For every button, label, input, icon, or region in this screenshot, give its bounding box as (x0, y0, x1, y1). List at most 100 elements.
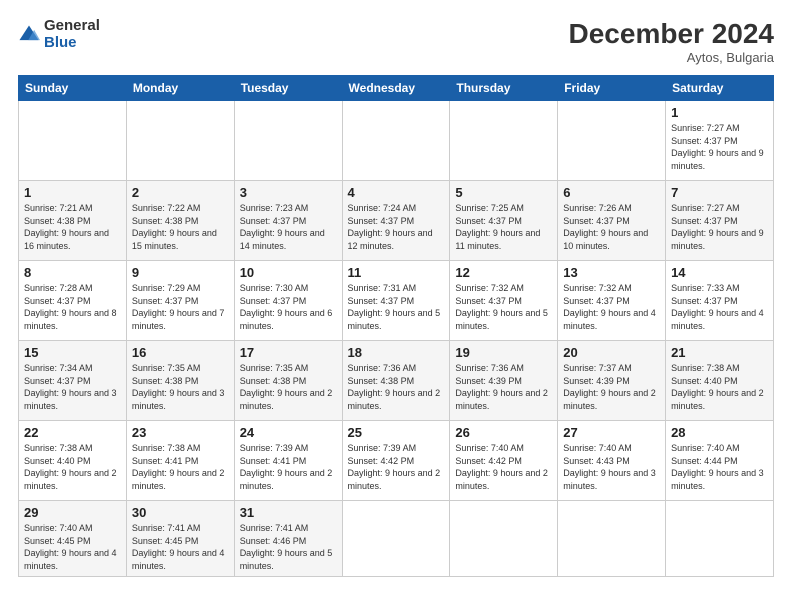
calendar-cell: 14 Sunrise: 7:33 AMSunset: 4:37 PMDayligh… (666, 261, 774, 341)
day-number: 9 (132, 265, 229, 280)
day-number: 28 (671, 425, 768, 440)
calendar-cell: 18Sunrise: 7:36 AMSunset: 4:38 PMDayligh… (342, 341, 450, 421)
day-number: 12 (455, 265, 552, 280)
day-info: Sunrise: 7:32 AMSunset: 4:37 PMDaylight:… (563, 282, 660, 332)
day-number: 31 (240, 505, 337, 520)
calendar-cell: 8 Sunrise: 7:28 AMSunset: 4:37 PMDaylight… (19, 261, 127, 341)
day-info: Sunrise: 7:38 AMSunset: 4:40 PMDaylight:… (24, 442, 121, 492)
calendar-cell: 3 Sunrise: 7:23 AMSunset: 4:37 PMDaylight… (234, 181, 342, 261)
calendar-header-tuesday: Tuesday (234, 76, 342, 101)
calendar-cell: 23 Sunrise: 7:38 AMSunset: 4:41 PMDayligh… (126, 421, 234, 501)
day-info: Sunrise: 7:29 AMSunset: 4:37 PMDaylight:… (132, 282, 229, 332)
day-number: 20 (563, 345, 660, 360)
calendar-week-3: 15Sunrise: 7:34 AMSunset: 4:37 PMDayligh… (19, 341, 774, 421)
calendar-cell: 4Sunrise: 7:24 AMSunset: 4:37 PMDaylight… (342, 181, 450, 261)
day-info: Sunrise: 7:41 AMSunset: 4:46 PMDaylight:… (240, 522, 337, 572)
logo-icon (18, 24, 40, 46)
day-info: Sunrise: 7:40 AMSunset: 4:42 PMDaylight:… (455, 442, 552, 492)
calendar-week-2: 8 Sunrise: 7:28 AMSunset: 4:37 PMDaylight… (19, 261, 774, 341)
calendar-cell: 26Sunrise: 7:40 AMSunset: 4:42 PMDayligh… (450, 421, 558, 501)
calendar-cell (19, 101, 127, 181)
day-info: Sunrise: 7:40 AMSunset: 4:43 PMDaylight:… (563, 442, 660, 492)
day-info: Sunrise: 7:28 AMSunset: 4:37 PMDaylight:… (24, 282, 121, 332)
calendar-cell: 5Sunrise: 7:25 AMSunset: 4:37 PMDaylight… (450, 181, 558, 261)
calendar-cell: 30Sunrise: 7:41 AMSunset: 4:45 PMDayligh… (126, 501, 234, 577)
day-number: 18 (348, 345, 445, 360)
calendar-cell: 31 Sunrise: 7:41 AMSunset: 4:46 PMDayligh… (234, 501, 342, 577)
day-number: 3 (240, 185, 337, 200)
calendar-cell: 1 Sunrise: 7:27 AMSunset: 4:37 PMDaylight… (666, 101, 774, 181)
day-info: Sunrise: 7:31 AMSunset: 4:37 PMDaylight:… (348, 282, 445, 332)
calendar-cell: 15Sunrise: 7:34 AMSunset: 4:37 PMDayligh… (19, 341, 127, 421)
calendar-cell: 21Sunrise: 7:38 AMSunset: 4:40 PMDayligh… (666, 341, 774, 421)
day-info: Sunrise: 7:37 AMSunset: 4:39 PMDaylight:… (563, 362, 660, 412)
day-number: 15 (24, 345, 121, 360)
day-number: 1 (671, 105, 768, 120)
day-info: Sunrise: 7:35 AMSunset: 4:38 PMDaylight:… (240, 362, 337, 412)
calendar-cell: 27 Sunrise: 7:40 AMSunset: 4:43 PMDayligh… (558, 421, 666, 501)
day-number: 10 (240, 265, 337, 280)
calendar-cell (666, 501, 774, 577)
calendar-cell: 2Sunrise: 7:22 AMSunset: 4:38 PMDaylight… (126, 181, 234, 261)
calendar-cell: 19 Sunrise: 7:36 AMSunset: 4:39 PMDayligh… (450, 341, 558, 421)
day-number: 8 (24, 265, 121, 280)
day-info: Sunrise: 7:26 AMSunset: 4:37 PMDaylight:… (563, 202, 660, 252)
calendar-table: SundayMondayTuesdayWednesdayThursdayFrid… (18, 75, 774, 577)
day-info: Sunrise: 7:33 AMSunset: 4:37 PMDaylight:… (671, 282, 768, 332)
day-info: Sunrise: 7:36 AMSunset: 4:39 PMDaylight:… (455, 362, 552, 412)
day-number: 23 (132, 425, 229, 440)
day-number: 17 (240, 345, 337, 360)
day-number: 19 (455, 345, 552, 360)
calendar-cell: 24Sunrise: 7:39 AMSunset: 4:41 PMDayligh… (234, 421, 342, 501)
day-number: 25 (348, 425, 445, 440)
day-info: Sunrise: 7:38 AMSunset: 4:41 PMDaylight:… (132, 442, 229, 492)
day-number: 27 (563, 425, 660, 440)
calendar-cell (234, 101, 342, 181)
calendar-header-wednesday: Wednesday (342, 76, 450, 101)
logo-blue: Blue (44, 35, 100, 52)
calendar-cell: 10 Sunrise: 7:30 AMSunset: 4:37 PMDayligh… (234, 261, 342, 341)
day-number: 13 (563, 265, 660, 280)
calendar-cell (342, 501, 450, 577)
day-number: 14 (671, 265, 768, 280)
calendar-cell: 28 Sunrise: 7:40 AMSunset: 4:44 PMDayligh… (666, 421, 774, 501)
calendar-header-thursday: Thursday (450, 76, 558, 101)
logo-general: General (44, 18, 100, 35)
day-number: 30 (132, 505, 229, 520)
calendar-cell (558, 501, 666, 577)
logo: General Blue (18, 18, 100, 51)
calendar-cell: 17 Sunrise: 7:35 AMSunset: 4:38 PMDayligh… (234, 341, 342, 421)
calendar-week-4: 22 Sunrise: 7:38 AMSunset: 4:40 PMDayligh… (19, 421, 774, 501)
calendar-week-5: 29Sunrise: 7:40 AMSunset: 4:45 PMDayligh… (19, 501, 774, 577)
page: General Blue December 2024 Aytos, Bulgar… (0, 0, 792, 612)
logo-text: General Blue (44, 18, 100, 51)
calendar-cell: 1Sunrise: 7:21 AMSunset: 4:38 PMDaylight… (19, 181, 127, 261)
calendar-cell (342, 101, 450, 181)
day-info: Sunrise: 7:39 AMSunset: 4:41 PMDaylight:… (240, 442, 337, 492)
day-info: Sunrise: 7:40 AMSunset: 4:44 PMDaylight:… (671, 442, 768, 492)
day-number: 29 (24, 505, 121, 520)
day-number: 22 (24, 425, 121, 440)
day-info: Sunrise: 7:32 AMSunset: 4:37 PMDaylight:… (455, 282, 552, 332)
calendar-cell: 20 Sunrise: 7:37 AMSunset: 4:39 PMDayligh… (558, 341, 666, 421)
day-info: Sunrise: 7:22 AMSunset: 4:38 PMDaylight:… (132, 202, 229, 252)
header: General Blue December 2024 Aytos, Bulgar… (18, 18, 774, 65)
day-info: Sunrise: 7:30 AMSunset: 4:37 PMDaylight:… (240, 282, 337, 332)
day-info: Sunrise: 7:23 AMSunset: 4:37 PMDaylight:… (240, 202, 337, 252)
calendar-cell: 11 Sunrise: 7:31 AMSunset: 4:37 PMDayligh… (342, 261, 450, 341)
calendar-week-0: 1 Sunrise: 7:27 AMSunset: 4:37 PMDaylight… (19, 101, 774, 181)
calendar-cell: 9 Sunrise: 7:29 AMSunset: 4:37 PMDaylight… (126, 261, 234, 341)
day-number: 16 (132, 345, 229, 360)
day-number: 7 (671, 185, 768, 200)
calendar-cell: 16Sunrise: 7:35 AMSunset: 4:38 PMDayligh… (126, 341, 234, 421)
day-info: Sunrise: 7:24 AMSunset: 4:37 PMDaylight:… (348, 202, 445, 252)
day-number: 11 (348, 265, 445, 280)
calendar-header-monday: Monday (126, 76, 234, 101)
calendar-cell (558, 101, 666, 181)
calendar-cell (450, 501, 558, 577)
day-number: 6 (563, 185, 660, 200)
title-section: December 2024 Aytos, Bulgaria (569, 18, 774, 65)
day-info: Sunrise: 7:27 AMSunset: 4:37 PMDaylight:… (671, 202, 768, 252)
day-info: Sunrise: 7:25 AMSunset: 4:37 PMDaylight:… (455, 202, 552, 252)
day-info: Sunrise: 7:27 AMSunset: 4:37 PMDaylight:… (671, 122, 768, 172)
